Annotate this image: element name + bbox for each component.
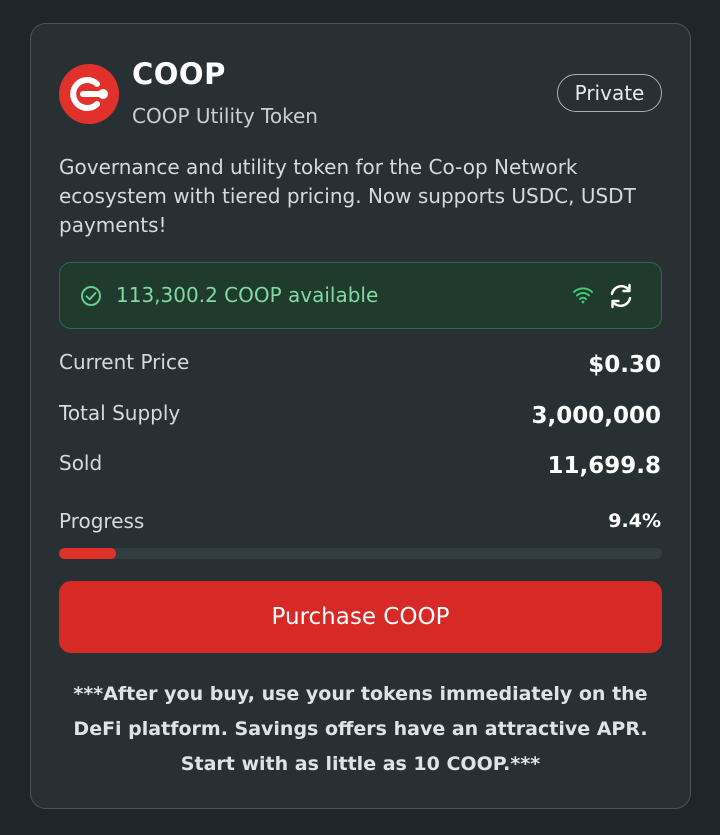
total-supply-value: 3,000,000 bbox=[531, 403, 662, 429]
availability-banner: 113,300.2 COOP available bbox=[59, 262, 662, 329]
refresh-icon[interactable] bbox=[606, 281, 636, 315]
current-price-value: $0.30 bbox=[588, 352, 661, 378]
coop-logo-icon bbox=[59, 64, 119, 124]
progress-label: Progress bbox=[59, 509, 145, 533]
total-supply-label: Total Supply bbox=[59, 401, 181, 425]
progress-bar bbox=[59, 548, 662, 559]
progress-percent: 9.4% bbox=[608, 510, 661, 532]
token-name: COOP Utility Token bbox=[132, 104, 318, 128]
wifi-icon bbox=[572, 285, 594, 309]
token-description: Governance and utility token for the Co-… bbox=[59, 155, 636, 237]
footnote: ***After you buy, use your tokens immedi… bbox=[73, 683, 648, 775]
sold-value: 11,699.8 bbox=[547, 453, 662, 479]
progress-bar-fill bbox=[59, 548, 116, 559]
purchase-button[interactable]: Purchase COOP bbox=[59, 581, 662, 653]
token-symbol: COOP bbox=[132, 57, 226, 91]
check-circle-icon bbox=[80, 285, 102, 311]
current-price-label: Current Price bbox=[59, 350, 190, 374]
sold-label: Sold bbox=[59, 451, 103, 475]
available-amount: 113,300.2 COOP available bbox=[116, 283, 379, 307]
private-badge: Private bbox=[557, 74, 662, 112]
token-card: COOP COOP Utility Token Private Governan… bbox=[30, 23, 691, 809]
